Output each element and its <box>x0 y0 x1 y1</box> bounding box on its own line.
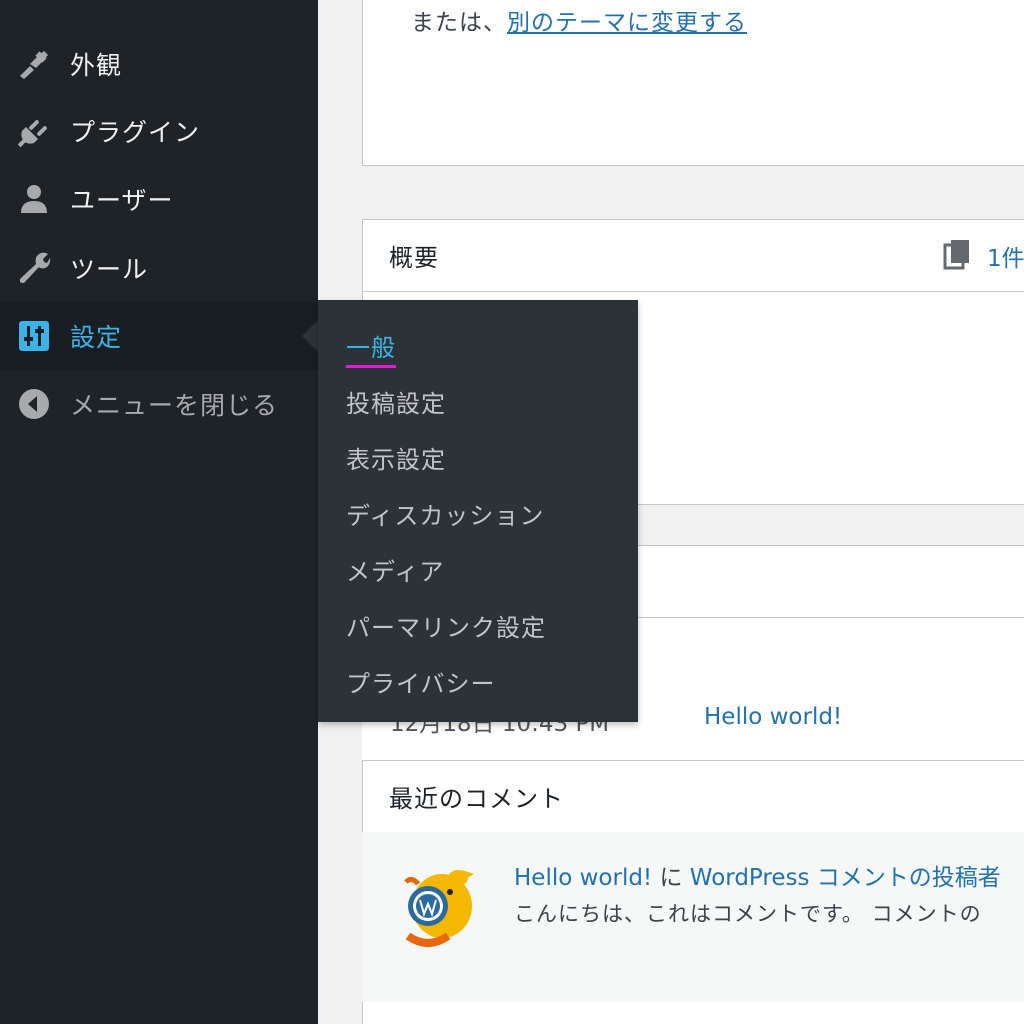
sidebar-item-label: 設定 <box>70 323 123 352</box>
comment-post-link[interactable]: Hello world! <box>514 865 652 891</box>
submenu-item-writing[interactable]: 投稿設定 <box>346 384 446 419</box>
theme-prefix: または、 <box>411 10 507 36</box>
sidebar-item-users[interactable]: ユーザー <box>0 165 318 233</box>
wrench-icon <box>16 250 52 286</box>
change-theme-link[interactable]: 別のテーマに変更する <box>507 10 747 36</box>
pages-count-label: 1件 <box>987 246 1024 272</box>
pages-count[interactable]: 1件 <box>943 238 1024 274</box>
sidebar-item-label: ユーザー <box>70 186 174 215</box>
comment-meta: Hello world! に WordPress コメントの投稿者 <box>514 858 1001 892</box>
sidebar-item-plugins[interactable]: プラグイン <box>0 97 318 165</box>
sidebar-item-settings[interactable]: 設定 <box>0 302 318 370</box>
comment-excerpt: こんにちは、これはコメントです。 コメントの <box>514 902 982 926</box>
settings-submenu: 一般 投稿設定 表示設定 ディスカッション メディア パーマリンク設定 プライバ… <box>318 300 638 722</box>
submenu-item-general[interactable]: 一般 <box>346 328 396 368</box>
paintbrush-icon <box>16 46 52 82</box>
theme-panel: または、別のテーマに変更する <box>362 0 1024 166</box>
comment-connector: に <box>652 865 690 891</box>
theme-change-text: または、別のテーマに変更する <box>411 3 747 37</box>
overview-title: 概要 <box>389 244 439 272</box>
submenu-item-privacy[interactable]: プライバシー <box>346 664 496 699</box>
recent-comments-title: 最近のコメント <box>389 785 564 813</box>
submenu-item-media[interactable]: メディア <box>346 552 444 587</box>
avatar <box>398 862 478 948</box>
submenu-item-discussion[interactable]: ディスカッション <box>346 496 544 531</box>
current-menu-arrow <box>302 320 318 352</box>
recent-comments-header: 最近のコメント <box>363 761 1024 833</box>
plugin-icon <box>16 113 52 149</box>
sidebar-item-label: 外観 <box>70 51 123 80</box>
sidebar-item-label: ツール <box>70 255 149 284</box>
admin-sidebar: 外観 プラグイン ユーザー ツール 設定 メニューを閉じる <box>0 0 318 1024</box>
comment-item: Hello world! に WordPress コメントの投稿者 こんにちは、… <box>362 832 1024 1002</box>
collapse-arrow-icon <box>16 386 52 422</box>
user-icon <box>16 181 52 217</box>
post-title-link[interactable]: Hello world! <box>704 704 842 730</box>
overview-header: 概要 <box>363 220 1024 292</box>
sidebar-item-label: プラグイン <box>70 118 201 147</box>
sidebar-item-appearance[interactable]: 外観 <box>0 30 318 98</box>
pages-icon <box>943 238 971 274</box>
comment-author-link[interactable]: WordPress コメントの投稿者 <box>690 865 1001 891</box>
sidebar-item-collapse-menu[interactable]: メニューを閉じる <box>0 370 318 438</box>
submenu-item-permalinks[interactable]: パーマリンク設定 <box>346 608 546 643</box>
submenu-item-reading[interactable]: 表示設定 <box>346 440 446 475</box>
sidebar-item-label: メニューを閉じる <box>70 391 279 420</box>
sidebar-item-tools[interactable]: ツール <box>0 234 318 302</box>
settings-icon <box>16 318 52 354</box>
